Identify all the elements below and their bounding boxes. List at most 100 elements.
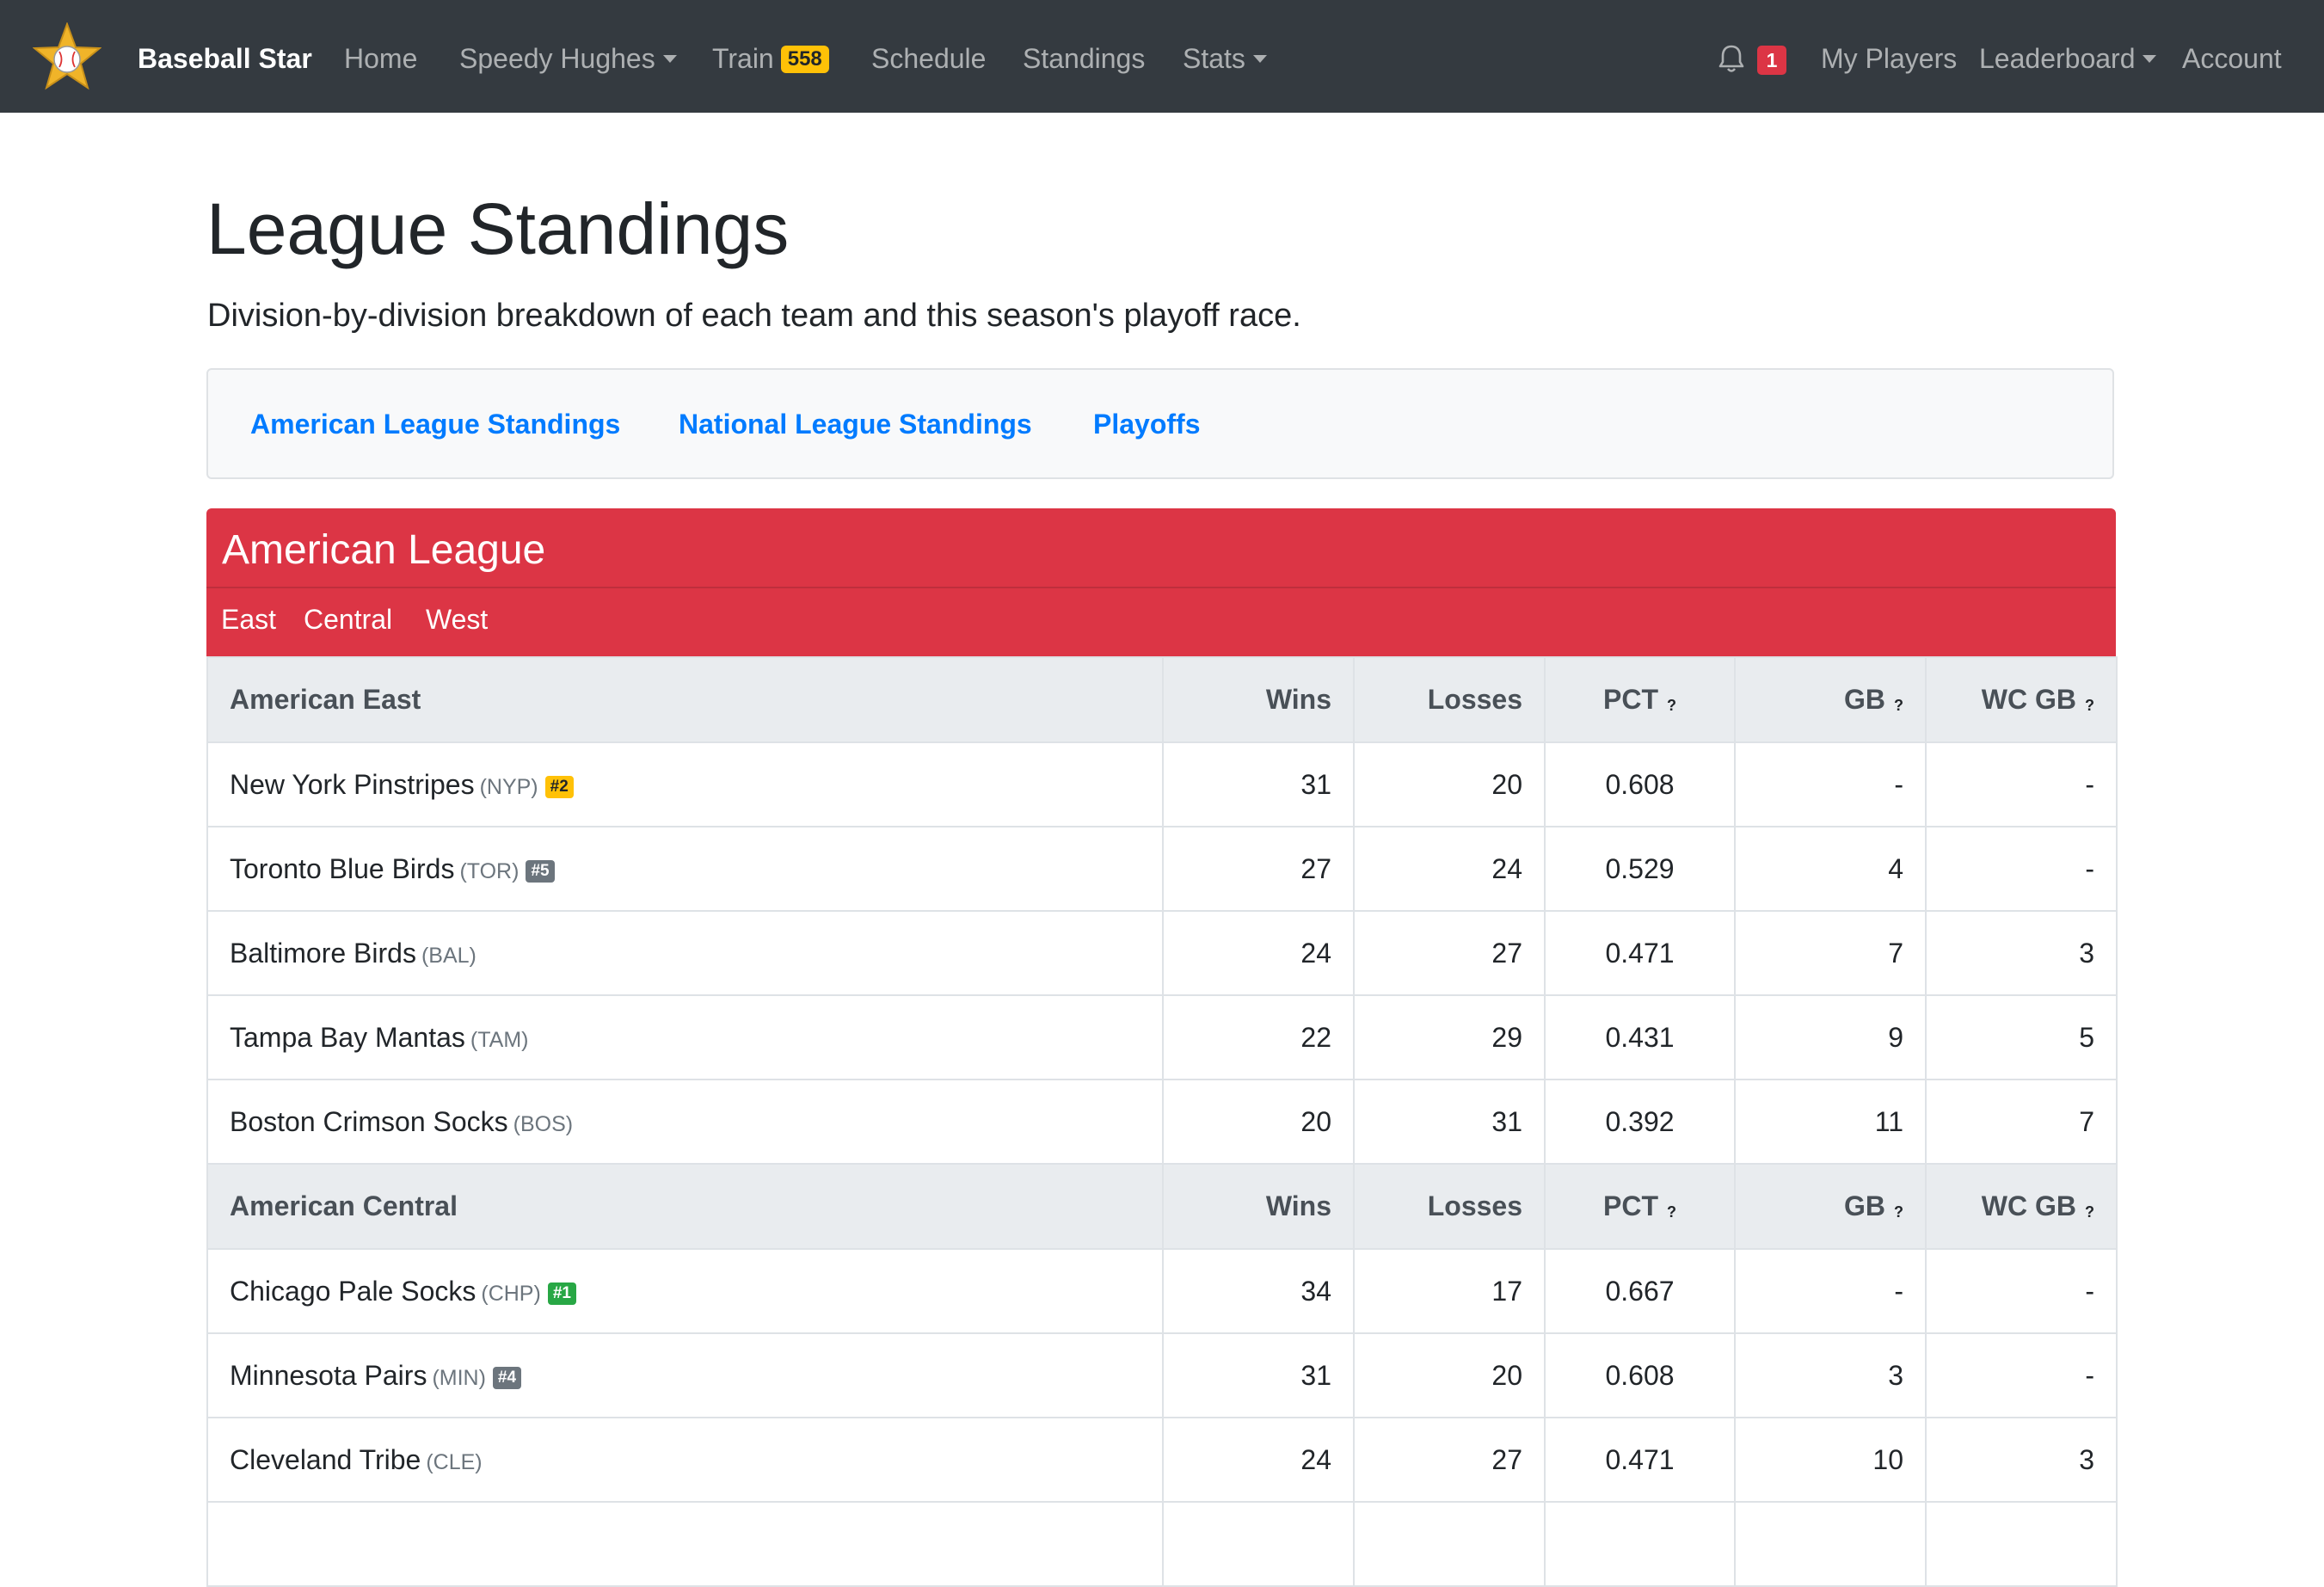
losses-cell: 20 [1353, 1332, 1546, 1418]
column-header-label: Losses [1427, 684, 1522, 715]
top-navbar: Baseball Star Home Speedy Hughes Train 55… [0, 0, 2324, 113]
division-tab-central[interactable]: Central [304, 604, 392, 635]
help-icon[interactable]: ? [2085, 697, 2094, 715]
wins-cell: 24 [1162, 910, 1355, 996]
playoff-seed-badge: #5 [526, 859, 555, 883]
chevron-down-icon [662, 55, 677, 63]
team-name-link[interactable]: Minnesota Pairs [230, 1360, 427, 1391]
wins-cell: 27 [1162, 826, 1355, 912]
wins-cell: 31 [1162, 741, 1355, 827]
team-cell: Tampa Bay Mantas (TAM) [206, 994, 1164, 1080]
column-header[interactable]: GB? [1734, 656, 1927, 743]
table-row: Chicago Pale Socks (CHP) #1 34 17 0.667- - [206, 1248, 2118, 1334]
pct-cell: 0.471 [1544, 1417, 1736, 1503]
nav-standings[interactable]: Standings [1023, 0, 1145, 113]
page-lead: Division-by-division breakdown of each t… [207, 298, 1301, 334]
baseball-star-logo[interactable] [33, 22, 101, 91]
losses-cell: 20 [1353, 741, 1546, 827]
nav-train-label: Train [712, 43, 774, 74]
pct-cell: 0.431 [1544, 994, 1736, 1080]
subnav-playoffs-link[interactable]: Playoffs [1093, 370, 1200, 478]
help-icon[interactable]: ? [1894, 1203, 1903, 1221]
team-name-link[interactable]: Chicago Pale Socks [230, 1276, 476, 1307]
gb-cell: - [1734, 1248, 1927, 1334]
notification-count-badge[interactable]: 1 [1757, 46, 1786, 75]
table-row [206, 1501, 2118, 1587]
team-name-link[interactable]: Baltimore Birds [230, 938, 416, 969]
gb-cell: 9 [1734, 994, 1927, 1080]
page-title: League Standings [206, 188, 790, 269]
division-name: American East [206, 656, 1164, 743]
wc-gb-cell: 3 [1925, 1417, 2118, 1503]
train-count-badge: 558 [780, 46, 829, 73]
subnav-national-league-link[interactable]: National League Standings [679, 370, 1032, 478]
nav-schedule[interactable]: Schedule [871, 0, 986, 113]
team-name-link[interactable]: Cleveland Tribe [230, 1444, 421, 1475]
column-header[interactable]: PCT? [1544, 656, 1736, 743]
gb-cell: 7 [1734, 910, 1927, 996]
nav-player-dropdown[interactable]: Speedy Hughes [459, 0, 677, 113]
table-row: Tampa Bay Mantas (TAM) 22 29 0.431 9 5 [206, 994, 2118, 1080]
wc-gb-cell: - [1925, 741, 2118, 827]
chevron-down-icon [2143, 55, 2157, 63]
team-cell: Cleveland Tribe (CLE) [206, 1417, 1164, 1503]
standings-body: American East Wins Losses PCT? GB? WC GB? New … [206, 656, 2118, 1587]
wins-cell: 20 [1162, 1079, 1355, 1165]
wc-gb-cell: 7 [1925, 1079, 2118, 1165]
help-icon[interactable]: ? [1667, 697, 1676, 715]
column-header-label: WC GB [1981, 684, 2076, 715]
playoff-seed-badge: #1 [547, 1282, 576, 1305]
column-header-label: Wins [1265, 1190, 1331, 1221]
nav-train[interactable]: Train 558 [712, 0, 829, 113]
column-header[interactable]: WC GB? [1925, 656, 2118, 743]
column-header-label: PCT [1603, 1190, 1658, 1221]
division-tab-east[interactable]: East [221, 604, 276, 635]
standings-table: American East Wins Losses PCT? GB? WC GB? New … [206, 656, 2118, 1587]
losses-cell: 24 [1353, 826, 1546, 912]
team-abbreviation: (BAL) [421, 943, 476, 968]
gb-cell: 3 [1734, 1332, 1927, 1418]
column-header: Losses [1353, 656, 1546, 743]
team-cell: New York Pinstripes (NYP) #2 [206, 741, 1164, 827]
wc-gb-cell: - [1925, 1332, 2118, 1418]
team-cell: Baltimore Birds (BAL) [206, 910, 1164, 996]
column-header[interactable]: WC GB? [1925, 1163, 2118, 1250]
help-icon[interactable]: ? [1894, 697, 1903, 715]
column-header[interactable]: GB? [1734, 1163, 1927, 1250]
wins-cell: 24 [1162, 1417, 1355, 1503]
wc-gb-cell: - [1925, 826, 2118, 912]
wins-cell: 22 [1162, 994, 1355, 1080]
losses-cell: 27 [1353, 1417, 1546, 1503]
team-name-link[interactable]: Boston Crimson Socks [230, 1106, 508, 1137]
nav-stats-label: Stats [1183, 43, 1245, 74]
playoff-seed-badge: #4 [492, 1366, 522, 1389]
help-icon[interactable]: ? [1667, 1203, 1676, 1221]
team-name-link[interactable]: Toronto Blue Birds [230, 853, 454, 884]
nav-leaderboard-dropdown[interactable]: Leaderboard [1979, 0, 2157, 113]
table-row: Boston Crimson Socks (BOS) 20 31 0.392 11 7 [206, 1079, 2118, 1165]
wc-gb-cell: - [1925, 1248, 2118, 1334]
division-header-row: American East Wins Losses PCT? GB? WC GB? [206, 656, 2118, 743]
pct-cell: 0.471 [1544, 910, 1736, 996]
playoff-seed-badge: #2 [544, 775, 574, 798]
team-abbreviation: (BOS) [513, 1111, 574, 1136]
help-icon[interactable]: ? [2085, 1203, 2094, 1221]
nav-home[interactable]: Home [344, 0, 417, 113]
nav-account[interactable]: Account [2182, 0, 2282, 113]
brand-link[interactable]: Baseball Star [138, 0, 312, 113]
subnav-american-league-link[interactable]: American League Standings [250, 370, 620, 478]
nav-stats-dropdown[interactable]: Stats [1183, 0, 1267, 113]
team-name-link[interactable]: New York Pinstripes [230, 769, 475, 800]
team-abbreviation: (NYP) [479, 774, 538, 799]
team-cell: Chicago Pale Socks (CHP) #1 [206, 1248, 1164, 1334]
bell-icon[interactable] [1717, 43, 1746, 74]
gb-cell [1734, 1501, 1927, 1587]
team-name-link[interactable]: Tampa Bay Mantas [230, 1022, 465, 1053]
division-tab-west[interactable]: West [426, 604, 488, 635]
column-header[interactable]: PCT? [1544, 1163, 1736, 1250]
column-header-label: Losses [1427, 1190, 1522, 1221]
nav-my-players[interactable]: My Players [1821, 0, 1957, 113]
league-title: American League [222, 527, 546, 573]
nav-leaderboard-label: Leaderboard [1979, 43, 2136, 74]
losses-cell: 31 [1353, 1079, 1546, 1165]
